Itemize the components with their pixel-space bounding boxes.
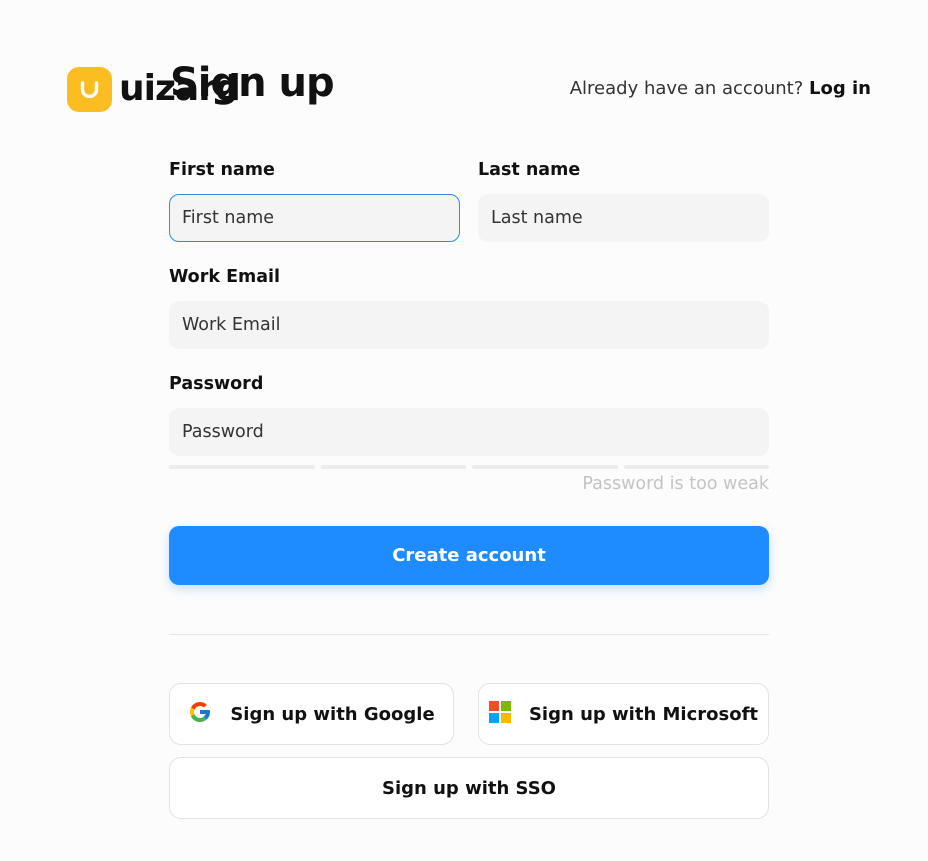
password-label: Password — [169, 374, 264, 394]
google-icon — [188, 700, 212, 729]
last-name-input[interactable] — [478, 194, 769, 242]
smile-icon — [80, 81, 99, 98]
first-name-label: First name — [169, 160, 275, 180]
login-prompt-text: Already have an account? — [569, 78, 804, 99]
sso-signup-label: Sign up with SSO — [382, 777, 556, 799]
login-prompt: Already have an account? Log in — [570, 78, 871, 99]
microsoft-icon — [488, 700, 511, 728]
password-strength-segment — [472, 465, 618, 469]
password-strength-text: Password is too weak — [582, 474, 769, 494]
signup-page: uizard Sign up Already have an account? … — [0, 0, 928, 861]
password-strength-segment — [169, 465, 315, 469]
divider — [169, 634, 769, 635]
page-title: Sign up — [170, 60, 335, 106]
password-strength-segment — [321, 465, 466, 469]
logo-mark-icon — [67, 67, 112, 112]
first-name-input[interactable] — [169, 194, 460, 242]
work-email-input[interactable] — [169, 301, 769, 349]
work-email-label: Work Email — [169, 267, 281, 287]
password-strength-segment — [624, 465, 769, 469]
create-account-button[interactable]: Create account — [169, 526, 769, 585]
sso-signup-button[interactable]: Sign up with SSO — [169, 757, 769, 819]
google-signup-button[interactable]: Sign up with Google — [169, 683, 454, 745]
microsoft-signup-label: Sign up with Microsoft — [528, 703, 759, 725]
login-link[interactable]: Log in — [809, 78, 871, 99]
last-name-label: Last name — [478, 160, 581, 180]
microsoft-signup-button[interactable]: Sign up with Microsoft — [478, 683, 769, 745]
google-signup-label: Sign up with Google — [230, 703, 435, 725]
password-input[interactable] — [169, 408, 769, 456]
